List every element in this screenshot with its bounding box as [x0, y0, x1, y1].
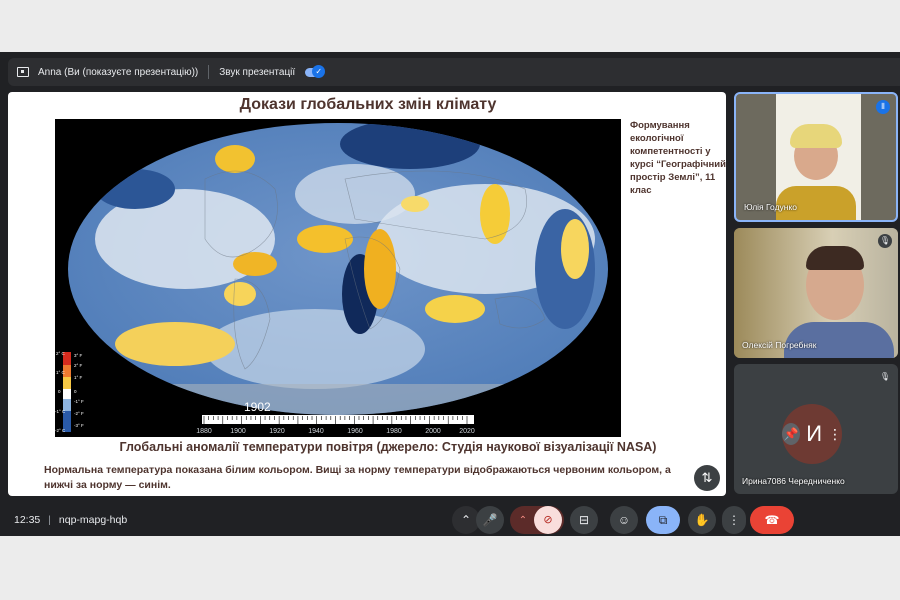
legend-c-1: 1° C: [56, 370, 66, 375]
camera-group: ⌃ ⊘: [510, 506, 564, 534]
participant-name: Ирина7086 Чередниченко: [742, 476, 845, 486]
timeline-track: [202, 415, 474, 424]
divider: [208, 65, 210, 79]
swap-layout-button[interactable]: ⇅: [694, 465, 720, 491]
participant-hair: [790, 124, 842, 148]
timeline-tick-label: 1900: [230, 428, 246, 435]
slide-description: Нормальна температура показана білим кол…: [44, 464, 671, 491]
emoji-button[interactable]: ☺: [610, 506, 638, 534]
legend-c-2: 2° C: [56, 351, 66, 356]
end-call-button[interactable]: ☎: [750, 506, 794, 534]
presentation-bar: Anna (Ви (показуєте презентацію)) Звук п…: [8, 58, 900, 86]
present-button[interactable]: ⧉: [646, 506, 680, 534]
clock: 12:35: [14, 514, 41, 526]
legend-c-m2: -2° C: [55, 428, 66, 433]
participant-tile[interactable]: 🎙 📌 И ⋮ Ирина7086 Чередниченко: [734, 364, 898, 494]
participant-tile[interactable]: ⦀ Юлія Годунко: [734, 92, 898, 222]
camera-off-icon[interactable]: ⊘: [534, 506, 562, 534]
timeline-tick-label: 1880: [196, 428, 212, 435]
legend-f-m1: -1° F: [74, 399, 84, 404]
participant-name: Юлія Годунко: [744, 202, 798, 212]
legend-f-m3: -3° F: [74, 423, 84, 428]
captions-button[interactable]: ⊟: [570, 506, 598, 534]
participant-name: Олексій Погребняк: [742, 340, 817, 350]
speaking-indicator-icon: ⦀: [876, 100, 890, 114]
world-map-graphic: 2° C 1° C 0 -1° C -2° C 3° F 2° F 1° F 0…: [55, 123, 608, 435]
legend-f-1: 1° F: [74, 375, 83, 380]
slide-caption: Глобальні аномалії температури повітря (…: [119, 440, 657, 454]
color-legend: 2° C 1° C 0 -1° C -2° C 3° F 2° F 1° F 0…: [55, 351, 84, 433]
present-screen-icon: [17, 67, 29, 77]
more-options-button[interactable]: ⋮: [722, 506, 746, 534]
presenter-label: Anna (Ви (показуєте презентацію)): [38, 66, 199, 78]
avatar: 📌 И ⋮: [782, 404, 842, 464]
legend-c-m1: -1° C: [55, 409, 66, 414]
slide-title: Докази глобальних змін клімату: [239, 96, 497, 113]
meet-window: Anna (Ви (показуєте презентацію)) Звук п…: [0, 52, 900, 536]
divider: |: [48, 514, 51, 526]
more-options-icon[interactable]: ⋮: [828, 426, 842, 443]
sound-toggle[interactable]: [305, 64, 326, 78]
map-year: 1902: [244, 400, 271, 414]
legend-f-2: 2° F: [74, 363, 83, 368]
bottom-bar: 12:35 | nqp-mapg-hqb ⌃ 🎤 ⌃ ⊘ ⊟ ☺ ⧉ ✋ ⋮ ☎: [0, 504, 900, 536]
legend-f-3: 3° F: [74, 353, 83, 358]
timeline-tick-label: 2000: [425, 428, 441, 435]
participant-tile[interactable]: 🎙 Олексій Погребняк: [734, 228, 898, 358]
legend-f-0: 0: [74, 389, 77, 394]
legend-f-m2: -2° F: [74, 411, 84, 416]
sound-label: Звук презентації: [219, 66, 296, 78]
slide-side-note: Формування екологічної компетентності у …: [630, 120, 726, 196]
timeline-tick-label: 1940: [308, 428, 324, 435]
shared-slide: Докази глобальних змін клімату 2° C 1° C…: [8, 92, 726, 496]
timeline-tick-label: 1960: [347, 428, 363, 435]
pin-icon[interactable]: 📌: [782, 423, 801, 445]
mic-muted-icon: 🎙: [878, 234, 892, 248]
chevron-up-icon[interactable]: ⌃: [512, 515, 534, 526]
timeline-tick-label: 1920: [269, 428, 285, 435]
legend-c-0: 0: [58, 389, 61, 394]
mic-button[interactable]: 🎤: [476, 506, 504, 534]
avatar-initial: И: [806, 421, 822, 446]
raise-hand-button[interactable]: ✋: [688, 506, 716, 534]
mic-muted-icon: 🎙: [878, 370, 892, 384]
timeline-tick-label: 2020: [459, 428, 475, 435]
timeline-tick-label: 1980: [386, 428, 402, 435]
temperature-anomaly-map: 2° C 1° C 0 -1° C -2° C 3° F 2° F 1° F 0…: [55, 119, 621, 437]
meeting-code: nqp-mapg-hqb: [58, 514, 128, 526]
participant-hair: [806, 246, 864, 270]
